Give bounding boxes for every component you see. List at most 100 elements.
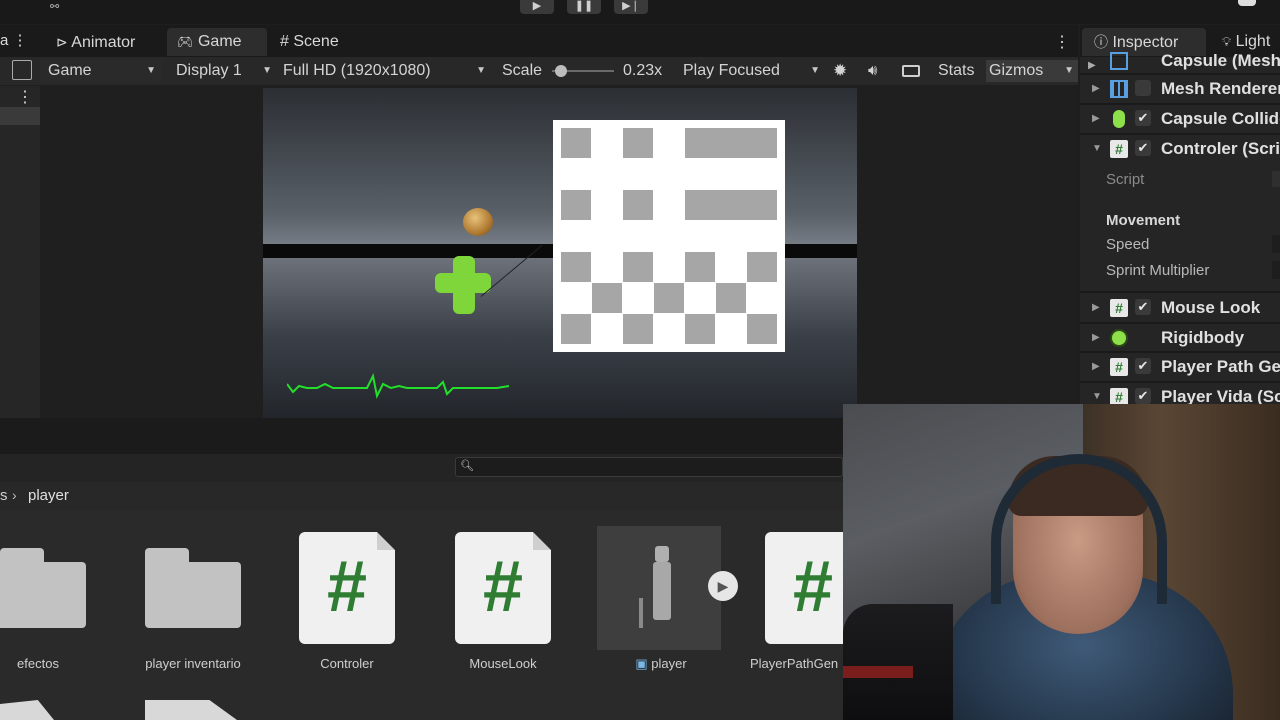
component-label: Player Vida (Sc [1161,387,1280,405]
tab-scene[interactable]: # Scene [278,28,368,56]
scale-value: 0.23x [623,62,663,79]
asset-prefab-player[interactable] [597,526,721,650]
asset-label: ▣ player [601,656,721,672]
collapse-arrow-icon[interactable]: ▼ [1092,391,1102,402]
component-enabled-checkbox[interactable]: ✔ [1135,388,1151,404]
gizmos-label: Gizmos [989,62,1044,79]
account-icon[interactable] [1238,0,1256,6]
resolution-select[interactable]: Full HD (1920x1080) ▼ [276,60,490,82]
component-mesh-renderer[interactable]: ▶ Mesh Renderer [1080,75,1280,104]
expand-arrow-icon[interactable]: ▶ [1092,113,1100,124]
left-panel-menu-icon[interactable]: a ⋮ [0,31,28,49]
tab-game-label: Game [197,33,242,50]
tab-animator[interactable]: ⊳ Animator [50,28,156,56]
component-enabled-checkbox[interactable]: ✔ [1135,299,1151,315]
asset-folder-efectos[interactable] [0,548,86,628]
collapse-arrow-icon[interactable]: ▼ [1092,143,1102,154]
animator-icon: ⊳ [56,34,68,50]
component-enabled-checkbox[interactable]: ✔ [1135,358,1151,374]
collab-icon[interactable]: ⚯ [50,0,59,13]
project-search-input[interactable]: 🔍︎ [455,457,843,477]
hierarchy-selected-row[interactable] [0,107,40,125]
play-icon: ▶ [532,0,542,12]
component-enabled-checkbox[interactable]: ✔ [1135,140,1151,156]
script-field-label: Script [1106,171,1145,188]
maximize-icon[interactable] [12,60,32,80]
component-label: Player Path Ger [1161,357,1280,376]
script-hash-icon: # [326,547,368,627]
component-enabled-checkbox[interactable] [1135,80,1151,96]
asset-folder-player-inventario[interactable] [145,548,241,628]
breadcrumb-prefix[interactable]: s [0,487,8,504]
pattern-panel [553,120,785,352]
bug-icon[interactable]: ✹ [833,60,847,82]
hierarchy-strip: ⋮ [0,86,40,418]
scale-slider-thumb[interactable] [554,65,567,77]
component-player-vida[interactable]: ▼ # ✔ Player Vida (Sc [1080,383,1280,405]
component-label: Capsule (Mesh [1161,51,1280,70]
chevron-down-icon: ▼ [476,65,486,76]
script-hash-icon: # [792,547,834,627]
asset-script-playerpathgen-clip: # [765,532,843,652]
audio-icon[interactable]: 🔊︎ [868,60,877,82]
asset-script-mouselook[interactable]: # [455,532,551,644]
asset-script-playerpathgen[interactable]: # [765,532,843,644]
speed-field[interactable] [1272,235,1280,253]
component-capsule-collider[interactable]: ▶ ✔ Capsule Collide [1080,105,1280,134]
game-tab-strip [0,25,1078,57]
expand-arrow-icon[interactable]: ▶ [1092,361,1100,372]
script-icon: # [1110,299,1128,317]
display-select[interactable]: Display 1 ▼ [168,60,274,82]
scale-slider[interactable] [552,65,614,77]
play-button[interactable]: ▶ [520,0,554,14]
tab-game[interactable]: 🎮︎ Game [167,28,267,56]
gizmos-button[interactable]: Gizmos ▼ [986,60,1078,82]
component-label: Rigidbody [1161,328,1245,347]
chevron-down-icon: ▼ [810,65,820,76]
component-rigidbody[interactable]: ▶ Rigidbody [1080,324,1280,353]
expand-arrow-icon[interactable]: ▶ [1092,302,1100,313]
breadcrumb-current[interactable]: player [28,487,69,504]
webcam-chair [843,604,953,720]
capsule-collider-icon [1113,110,1125,128]
keyboard-icon[interactable] [902,60,920,82]
step-button[interactable]: ▶❘ [614,0,648,14]
expand-prefab-icon[interactable]: ▶ [708,571,738,601]
component-enabled-checkbox[interactable]: ✔ [1135,110,1151,126]
script-icon: # [1110,358,1128,376]
resolution-select-value: Full HD (1920x1080) [283,62,431,79]
expand-arrow-icon[interactable]: ▶ [1092,332,1100,343]
heartbeat-line [287,372,510,400]
game-window-menu-icon[interactable]: ⋮ [1054,32,1070,52]
component-label: Mouse Look [1161,298,1261,317]
component-mouse-look[interactable]: ▶ # ✔ Mouse Look [1080,294,1280,323]
display-select-value: Display 1 [176,62,242,79]
asset-script-controler[interactable]: # [299,532,395,644]
breadcrumb: s › player [0,482,843,510]
script-hash-icon: # [482,547,524,627]
stats-button[interactable]: Stats [938,60,974,82]
chevron-down-icon: ▼ [262,65,272,76]
script-field[interactable] [1272,171,1280,187]
sprint-multiplier-field[interactable] [1272,261,1280,279]
view-select[interactable]: Game ▼ [40,60,162,82]
asset-label: Controler [320,656,374,671]
component-controler[interactable]: ▼ # ✔ Controler (Scrip [1080,135,1280,164]
chevron-down-icon: ▼ [1064,65,1074,76]
asset-label: MouseLook [469,656,537,671]
mesh-filter-icon [1110,52,1128,70]
component-player-path-gen[interactable]: ▶ # ✔ Player Path Ger [1080,353,1280,382]
component-mesh-filter[interactable]: Capsule (Mesh [1080,46,1280,70]
player-model-body [653,562,671,620]
play-mode-select[interactable]: Play Focused ▼ [676,60,826,82]
chevron-down-icon: ▼ [146,65,156,76]
hierarchy-menu-icon[interactable]: ⋮ [17,87,33,107]
expand-arrow-icon[interactable]: ▶ [1092,83,1100,94]
script-icon: # [1110,140,1128,158]
sprint-multiplier-label: Sprint Multiplier [1106,262,1210,279]
view-select-value: Game [48,62,92,79]
pause-button[interactable]: ❚❚ [567,0,601,14]
asset-label: efectos [17,656,59,671]
asset-label: player inventario [145,656,241,671]
step-icon: ▶❘ [622,0,640,12]
